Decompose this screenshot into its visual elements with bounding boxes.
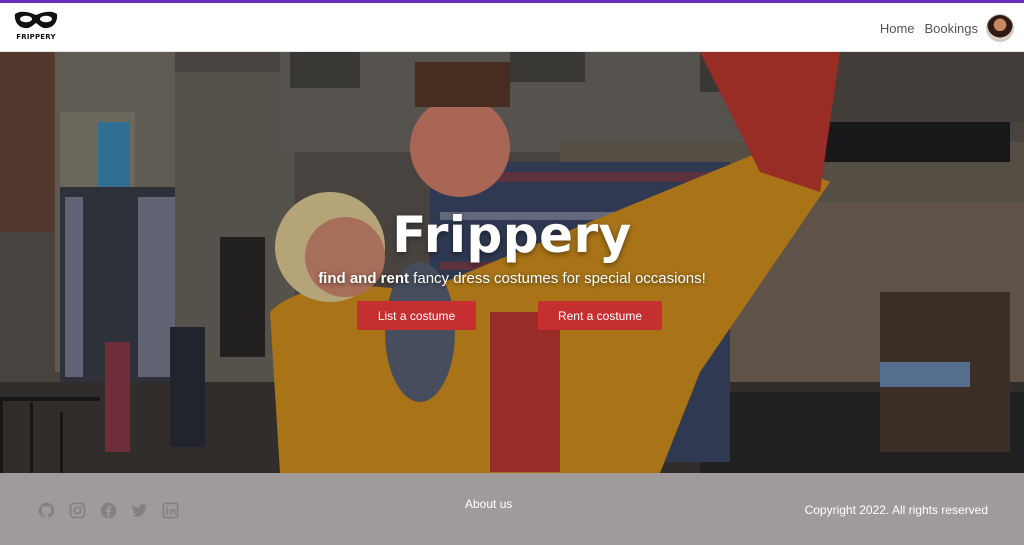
footer: About us Copyright 2022. All rights rese… — [0, 473, 1024, 545]
social-links — [38, 502, 193, 519]
rent-costume-button[interactable]: Rent a costume — [538, 301, 662, 330]
user-avatar[interactable] — [986, 14, 1014, 42]
hero-subtitle: find and rent fancy dress costumes for s… — [0, 270, 1024, 287]
hero-title: Frippery — [392, 206, 632, 264]
navbar: FRIPPERY Home Bookings — [0, 3, 1024, 52]
github-icon[interactable] — [38, 502, 55, 519]
list-costume-button[interactable]: List a costume — [357, 301, 476, 330]
nav-home-link[interactable]: Home — [880, 21, 915, 36]
hero-subtitle-rest: fancy dress costumes for special occasio… — [409, 270, 706, 287]
about-us-link[interactable]: About us — [465, 497, 512, 511]
linkedin-icon[interactable] — [162, 502, 179, 519]
nav-bookings-link[interactable]: Bookings — [925, 21, 978, 36]
hero-subtitle-bold: find and rent — [318, 270, 410, 287]
brand-logo[interactable]: FRIPPERY — [11, 8, 61, 46]
nav-links: Home Bookings — [870, 13, 1014, 43]
brand-name: FRIPPERY — [16, 33, 56, 41]
facebook-icon[interactable] — [100, 502, 117, 519]
copyright-text: Copyright 2022. All rights reserved — [804, 503, 988, 517]
instagram-icon[interactable] — [69, 502, 86, 519]
twitter-icon[interactable] — [131, 502, 148, 519]
mask-icon — [14, 11, 58, 29]
hero-section: Frippery find and rent fancy dress costu… — [0, 52, 1024, 473]
